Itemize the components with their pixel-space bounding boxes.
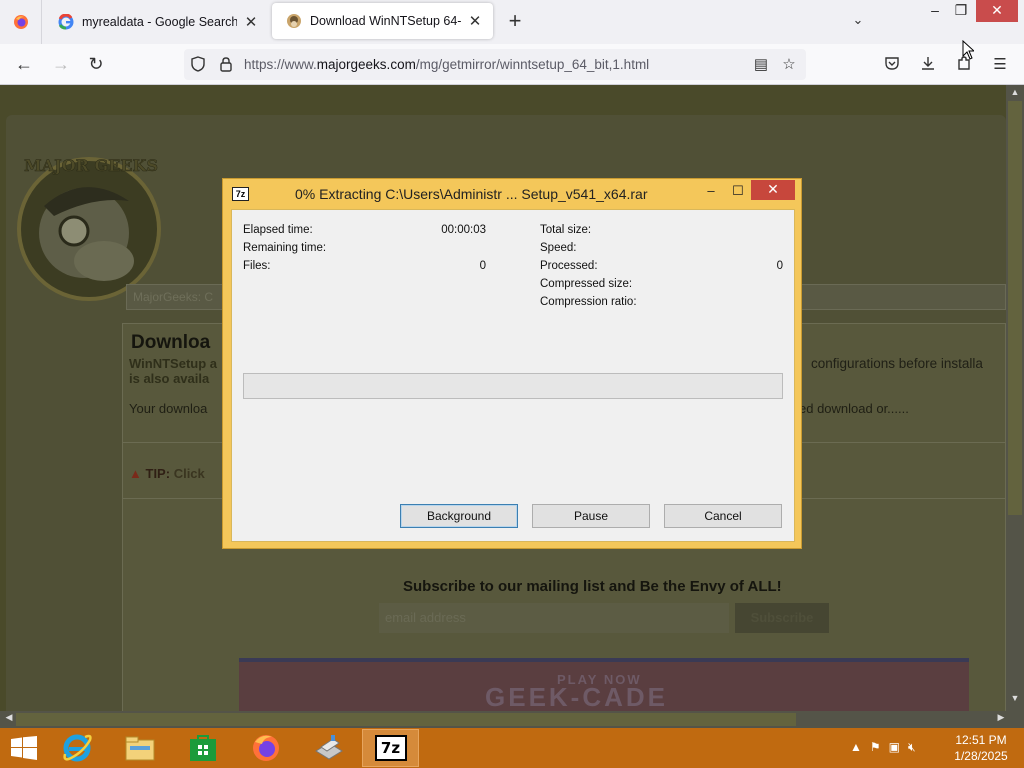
subscribe-heading: Subscribe to our mailing list and Be the… [403, 578, 782, 595]
url-bar[interactable]: https://www.majorgeeks.com/mg/getmirror/… [184, 49, 806, 80]
back-arrow-icon[interactable]: ← [11, 52, 37, 78]
7zip-icon: 7z [374, 735, 407, 761]
speed-label: Speed: [540, 242, 577, 254]
list-all-tabs-icon[interactable]: ⌄ [848, 12, 868, 32]
vertical-scrollbar[interactable]: ▲ ▼ [1006, 85, 1024, 711]
total-size-label: Total size: [540, 224, 592, 236]
close-tab-icon[interactable]: ✕ [467, 12, 483, 30]
system-clock[interactable]: 12:51 PM 1/28/2025 [948, 732, 1014, 764]
mouse-cursor-icon [962, 40, 974, 60]
subscribe-button[interactable]: Subscribe [735, 603, 829, 633]
window-restore-button[interactable]: ❐ [944, 0, 978, 22]
remaining-time-label: Remaining time: [243, 242, 327, 254]
banner-geek-cade: GEEK-CADE [485, 682, 669, 711]
tip-label: TIP: [145, 466, 171, 481]
tab-winntsetup-download[interactable]: Download WinNTSetup 64-Bit ✕ [272, 3, 493, 39]
email-address-input[interactable]: email address [379, 603, 729, 633]
7zip-icon: 7z [232, 187, 249, 201]
horizontal-scrollbar[interactable]: ◀ ▶ [0, 711, 1024, 728]
dialog-title: 0% Extracting C:\Users\Administr ... Set… [295, 186, 648, 202]
downloads-icon[interactable] [918, 55, 938, 75]
navigation-toolbar: ← → ↻ https://www.majorgeeks.com/mg/getm… [0, 44, 1024, 85]
clock-time: 12:51 PM [955, 733, 1007, 747]
files-value: 0 [479, 260, 486, 272]
internet-explorer-icon [62, 734, 92, 762]
firefox-icon [13, 15, 28, 29]
file-explorer-icon [125, 736, 154, 761]
tracking-protection-shield-icon[interactable] [190, 56, 206, 72]
url-text[interactable]: https://www.majorgeeks.com/mg/getmirror/… [244, 57, 649, 72]
dialog-title-bar[interactable]: 7z 0% Extracting C:\Users\Administr ... … [223, 179, 801, 208]
dialog-minimize-button[interactable]: – [699, 183, 723, 201]
windows-taskbar: 7z ▲ ⚑ ▣ 🔇︎ 12:51 PM 1/28/2025 [0, 728, 1024, 768]
geek-cade-banner[interactable]: PLAY NOW GEEK-CADE [239, 658, 969, 711]
lock-icon[interactable] [218, 56, 234, 72]
clock-date: 1/28/2025 [954, 749, 1008, 763]
dialog-body: Elapsed time: 00:00:03 Remaining time: F… [231, 209, 795, 542]
taskbar-store[interactable] [174, 729, 231, 767]
horizontal-scroll-thumb[interactable] [16, 713, 796, 726]
scroll-up-arrow-icon[interactable]: ▲ [1006, 87, 1024, 101]
taskbar-7zip[interactable]: 7z [362, 729, 419, 767]
window-close-button[interactable]: ✕ [976, 0, 1018, 22]
background-button[interactable]: Background [400, 504, 518, 528]
dialog-close-button[interactable]: ✕ [751, 180, 795, 200]
scroll-left-arrow-icon[interactable]: ◀ [2, 712, 16, 726]
installer-icon [314, 735, 343, 760]
elapsed-time-value: 00:00:03 [441, 224, 486, 236]
scroll-down-arrow-icon[interactable]: ▼ [1006, 693, 1024, 707]
download-description-right: configurations before installa [811, 356, 983, 371]
your-download-text-right: ed download or...... [799, 401, 909, 416]
hamburger-menu-icon[interactable]: ☰ [990, 55, 1010, 75]
compressed-size-label: Compressed size: [540, 278, 633, 290]
store-icon [189, 735, 216, 761]
forward-arrow-icon[interactable]: → [48, 52, 74, 78]
extraction-progress-dialog: 7z 0% Extracting C:\Users\Administr ... … [222, 178, 802, 549]
show-hidden-icons-icon[interactable]: ▲ [850, 740, 862, 755]
tab-title: Download WinNTSetup 64-Bit [310, 14, 461, 28]
tip-line: ▲ TIP: Click [129, 466, 205, 481]
system-tray: ▲ ⚑ ▣ 🔇︎ [850, 740, 916, 755]
cancel-button[interactable]: Cancel [664, 504, 782, 528]
firefox-view-button[interactable] [0, 0, 42, 44]
tab-title: myrealdata - Google Search [82, 15, 237, 29]
tip-click-link[interactable]: Click [174, 466, 205, 481]
reader-view-icon[interactable]: ▤ [752, 55, 770, 73]
firefox-icon [252, 735, 279, 761]
taskbar-internet-explorer[interactable] [48, 729, 105, 767]
dialog-maximize-button[interactable]: ☐ [726, 183, 750, 201]
download-title: Downloa [131, 332, 211, 353]
new-tab-button[interactable]: + [503, 10, 527, 34]
download-description-line-1: WinNTSetup a [129, 356, 217, 371]
network-icon[interactable]: ▣ [889, 740, 900, 755]
volume-muted-icon[interactable]: 🔇︎ [908, 740, 916, 755]
scroll-right-arrow-icon[interactable]: ▶ [994, 712, 1008, 726]
compression-ratio-label: Compression ratio: [540, 296, 637, 308]
google-g-icon [58, 14, 74, 30]
action-center-flag-icon[interactable]: ⚑ [870, 740, 881, 755]
start-icon[interactable] [10, 736, 38, 760]
bookmark-star-icon[interactable]: ☆ [780, 55, 798, 73]
pause-button[interactable]: Pause [532, 504, 650, 528]
taskbar-installer[interactable] [300, 729, 357, 767]
tab-google-search[interactable]: myrealdata - Google Search ✕ [44, 0, 269, 44]
tab-bar: myrealdata - Google Search ✕ Download Wi… [0, 0, 1024, 44]
processed-label: Processed: [540, 260, 598, 272]
majorgeeks-favicon [287, 14, 301, 28]
processed-value: 0 [776, 260, 783, 272]
svg-text:MAJOR GEEKS: MAJOR GEEKS [24, 156, 158, 175]
warning-icon: ▲ [129, 466, 142, 481]
taskbar-firefox[interactable] [237, 729, 294, 767]
taskbar-file-explorer[interactable] [111, 729, 168, 767]
close-tab-icon[interactable]: ✕ [243, 13, 259, 31]
majorgeeks-logo[interactable]: MAJOR GEEKS [14, 151, 174, 301]
reload-icon[interactable]: ↻ [83, 52, 109, 78]
vertical-scroll-thumb[interactable] [1008, 101, 1022, 515]
elapsed-time-label: Elapsed time: [243, 224, 313, 236]
download-description-line-2: is also availa [129, 371, 210, 386]
files-label: Files: [243, 260, 271, 272]
extraction-progress-bar [243, 373, 783, 399]
your-download-text: Your downloa [129, 401, 208, 416]
pocket-icon[interactable] [882, 55, 902, 75]
